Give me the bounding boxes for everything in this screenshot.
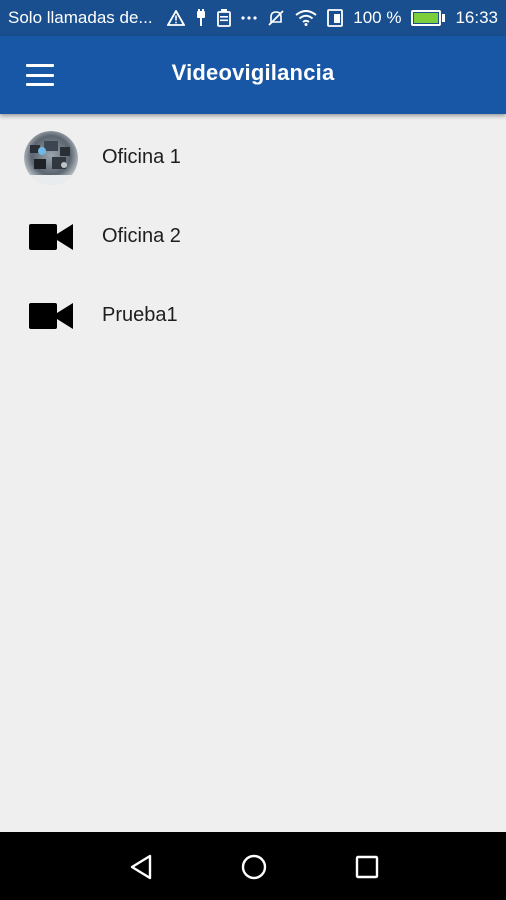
recents-icon[interactable]	[352, 852, 382, 882]
warning-icon	[167, 10, 186, 26]
data-saver-icon	[327, 9, 344, 27]
clock: 16:33	[455, 8, 498, 27]
more-icon	[241, 15, 257, 21]
carrier-text: Solo llamadas de...	[8, 8, 153, 27]
mute-icon	[267, 9, 285, 27]
wifi-icon	[295, 10, 317, 26]
navigation-bar	[0, 832, 506, 900]
status-bar: Solo llamadas de... 100 % 16:33	[0, 0, 506, 36]
camera-label: Oficina 2	[102, 225, 181, 247]
camera-label: Prueba1	[102, 304, 178, 326]
usb-icon	[195, 9, 207, 27]
battery-icon	[411, 10, 446, 26]
page-title: Videovigilancia	[171, 60, 335, 85]
list-item-prueba1[interactable]: Prueba1	[0, 276, 506, 355]
home-icon[interactable]	[239, 852, 269, 882]
camera-label: Oficina 1	[102, 146, 181, 168]
back-icon[interactable]	[126, 852, 156, 882]
camera-list: Oficina 1 Oficina 2 Prueba1	[0, 118, 506, 355]
battery-percent: 100 %	[353, 8, 402, 27]
list-item-oficina-1[interactable]: Oficina 1	[0, 118, 506, 197]
app-bar: Videovigilancia	[0, 36, 506, 114]
videocam-icon	[24, 289, 78, 343]
videocam-icon	[24, 210, 78, 264]
notification-icon	[217, 9, 232, 27]
list-item-oficina-2[interactable]: Oficina 2	[0, 197, 506, 276]
camera-thumbnail	[24, 130, 78, 185]
